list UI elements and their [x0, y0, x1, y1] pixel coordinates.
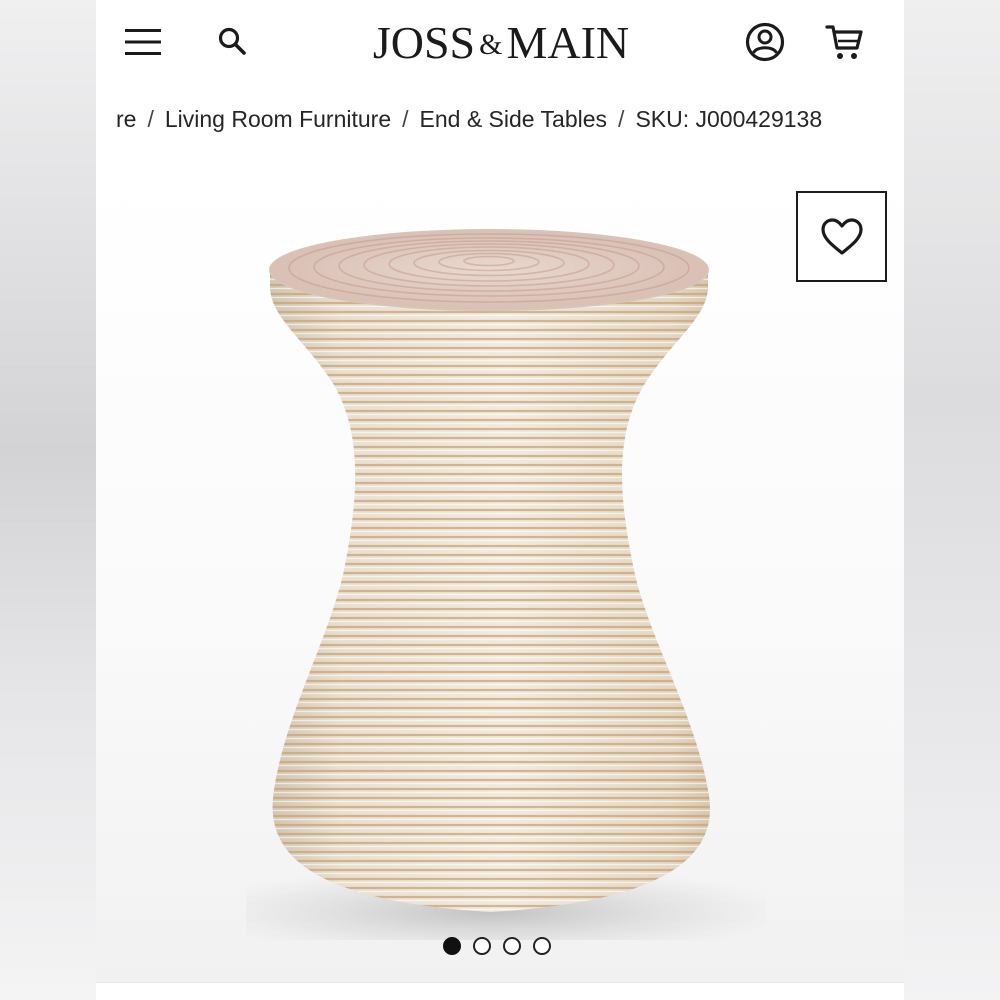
breadcrumb-separator: /: [618, 105, 625, 132]
hamburger-menu-icon: [125, 29, 161, 55]
brand-logo[interactable]: JOSS & MAIN: [346, 14, 656, 70]
cart-button[interactable]: [819, 16, 871, 68]
heart-icon: [820, 217, 863, 255]
account-button[interactable]: [739, 16, 791, 68]
breadcrumb-item-living-room-furniture[interactable]: Living Room Furniture: [165, 106, 391, 133]
header-bar: JOSS & MAIN: [96, 0, 904, 84]
search-icon: [218, 27, 246, 55]
account-icon: [745, 22, 785, 62]
carousel-dot-3[interactable]: [503, 937, 521, 955]
breadcrumb: re / Living Room Furniture / End & Side …: [116, 104, 896, 134]
background-left: [0, 0, 96, 1000]
search-button[interactable]: [207, 16, 259, 68]
breadcrumb-item[interactable]: re: [116, 106, 136, 133]
mobile-page: JOSS & MAIN re / Living Room Furniture /…: [96, 0, 904, 1000]
logo-word-left: JOSS: [372, 16, 476, 68]
breadcrumb-separator: /: [147, 105, 154, 132]
breadcrumb-separator: /: [402, 105, 409, 132]
logo-word-right: MAIN: [506, 16, 630, 68]
carousel-dot-1[interactable]: [443, 937, 461, 955]
page-bottom-edge: [96, 982, 904, 1000]
carousel-dots: [443, 936, 551, 956]
favorite-button[interactable]: [796, 191, 887, 282]
product-image: [246, 229, 766, 940]
cart-icon: [825, 25, 863, 59]
carousel-dot-2[interactable]: [473, 937, 491, 955]
logo-ampersand: &: [479, 28, 503, 61]
menu-button[interactable]: [118, 16, 170, 68]
product-sku: SKU: J000429138: [635, 105, 823, 132]
carousel-dot-4[interactable]: [533, 937, 551, 955]
breadcrumb-item-end-side-tables[interactable]: End & Side Tables: [420, 106, 608, 133]
background-right: [904, 0, 1000, 1000]
